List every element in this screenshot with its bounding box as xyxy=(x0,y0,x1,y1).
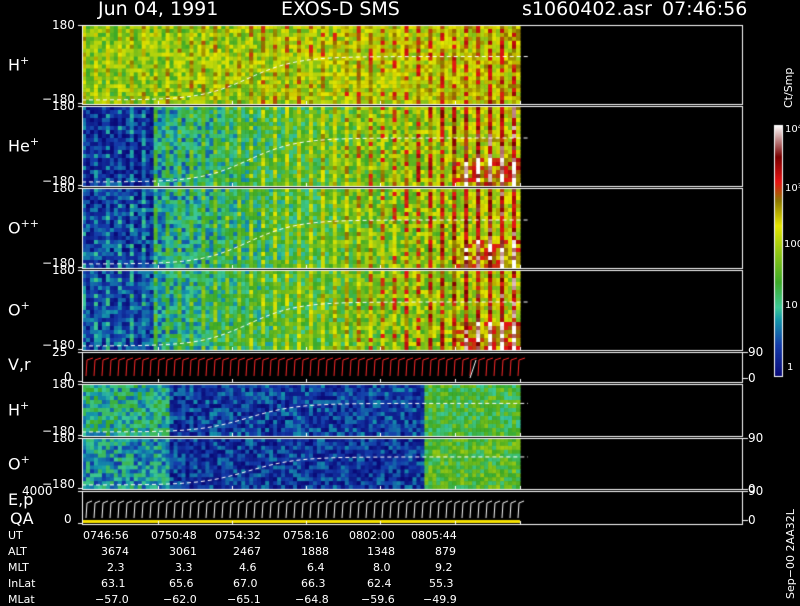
panel-rtick-bottom-4: 0 xyxy=(748,371,756,385)
ephem-value-0-3: 0758:16 xyxy=(283,529,329,542)
ephem-value-3-3: 66.3 xyxy=(301,577,326,590)
colorbar-tick-4: 1 xyxy=(787,362,794,373)
panel-ytick-top-7: 4000 xyxy=(22,484,53,498)
panel-rtick-top-4: 90 xyxy=(748,345,764,359)
ephem-value-0-0: 0746:56 xyxy=(83,529,129,542)
panel-rtick-top-6: 90 xyxy=(748,431,764,445)
panel-label-4: V,r xyxy=(8,355,31,374)
panel-label-6: O+ xyxy=(8,452,30,473)
spectrogram-plot xyxy=(0,0,800,600)
panel-ytick-top-4: 25 xyxy=(52,345,68,359)
ephem-label-1: ALT xyxy=(8,545,27,558)
header-file: s1060402.asr xyxy=(522,0,652,20)
header-instrument: EXOS-D SMS xyxy=(281,0,400,20)
ephem-value-0-2: 0754:32 xyxy=(215,529,261,542)
colorbar-tick-1: 10³ xyxy=(785,183,800,194)
ephem-value-3-4: 62.4 xyxy=(367,577,392,590)
ephem-value-2-0: 2.3 xyxy=(107,561,125,574)
panel-ytick-top-6: 180 xyxy=(52,431,75,445)
ephem-value-2-2: 4.6 xyxy=(239,561,257,574)
ephem-value-1-5: 879 xyxy=(435,545,456,558)
panel-label-5: H+ xyxy=(8,399,30,420)
ephem-value-1-4: 1348 xyxy=(367,545,395,558)
panel-label-3: O+ xyxy=(8,299,30,320)
panel-rtick-top-7: 90 xyxy=(748,484,764,498)
ephem-value-1-1: 3061 xyxy=(169,545,197,558)
ephem-value-2-4: 8.0 xyxy=(373,561,391,574)
ephem-value-2-5: 9.2 xyxy=(435,561,453,574)
ephem-value-2-3: 6.4 xyxy=(307,561,325,574)
ephem-value-0-4: 0802:00 xyxy=(349,529,395,542)
ephem-value-1-3: 1888 xyxy=(301,545,329,558)
ephem-label-3: InLat xyxy=(8,577,36,590)
panel-ytick-top-5: 180 xyxy=(52,377,75,391)
ephem-value-3-5: 55.3 xyxy=(429,577,454,590)
panel-ytick-top-0: 180 xyxy=(52,18,75,32)
colorbar-tick-2: 100 xyxy=(784,239,800,250)
ephem-value-0-1: 0750:48 xyxy=(151,529,197,542)
ephem-value-3-1: 65.6 xyxy=(169,577,194,590)
ephem-value-3-0: 63.1 xyxy=(101,577,126,590)
ephem-value-2-1: 3.3 xyxy=(175,561,193,574)
ephem-value-3-2: 67.0 xyxy=(233,577,258,590)
panel-label2-7: QA xyxy=(10,509,34,528)
ephem-label-2: MLT xyxy=(8,561,29,574)
colorbar-tick-3: 10 xyxy=(785,300,798,311)
colorbar-unit-label: Ct/Smp xyxy=(782,67,795,108)
panel-rtick-bottom-7: 0 xyxy=(748,513,756,527)
side-label: Sep−00 2AA32L xyxy=(784,509,797,599)
panel-ytick-top-1: 180 xyxy=(52,99,75,113)
header-date: Jun 04, 1991 xyxy=(98,0,219,20)
ephem-value-1-0: 3674 xyxy=(101,545,129,558)
colorbar-tick-0: 10⁴ xyxy=(785,124,800,135)
panel-label-2: O++ xyxy=(8,217,40,238)
ephem-value-1-2: 2467 xyxy=(233,545,261,558)
panel-ytick-top-3: 180 xyxy=(52,263,75,277)
panel-ytick-bottom-7: 0 xyxy=(64,512,72,526)
ephem-label-0: UT xyxy=(8,529,23,542)
panel-ytick-top-2: 180 xyxy=(52,181,75,195)
panel-label-1: He+ xyxy=(8,135,40,156)
panel-label-0: H+ xyxy=(8,53,30,74)
ephem-value-0-5: 0805:44 xyxy=(411,529,457,542)
header-time: 07:46:56 xyxy=(662,0,748,20)
